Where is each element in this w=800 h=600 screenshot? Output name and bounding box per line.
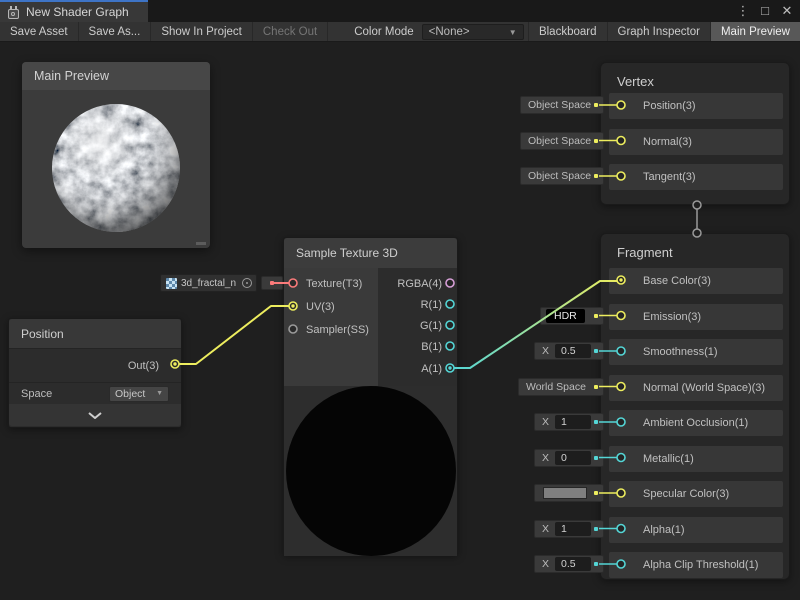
check-out-button: Check Out (253, 22, 328, 41)
slot-normal[interactable]: Normal(3) (609, 129, 783, 155)
badge-object-space-position[interactable]: Object Space (520, 96, 604, 114)
badge-smoothness-value[interactable]: X0.5 (534, 342, 604, 360)
fragment-node-title: Fragment (617, 245, 673, 260)
close-icon[interactable]: ✕ (778, 2, 796, 20)
space-dropdown[interactable]: Object ▼ (109, 386, 169, 402)
badge-world-space[interactable]: World Space (518, 378, 604, 396)
a-output-label: A(1) (421, 361, 442, 377)
slot-position[interactable]: Position(3) (609, 93, 783, 119)
window-menu-icon[interactable]: ⋮ (734, 2, 752, 20)
object-picker-icon[interactable] (242, 278, 252, 288)
slot-specular-color[interactable]: Specular Color(3) (609, 481, 783, 507)
slot-normal-world-space[interactable]: Normal (World Space)(3) (609, 375, 783, 401)
position-node-title: Position (9, 319, 181, 349)
rgba-output-label: RGBA(4) (397, 276, 442, 292)
main-preview-title: Main Preview (22, 62, 210, 90)
slot-tangent[interactable]: Tangent(3) (609, 164, 783, 190)
g-output-label: G(1) (420, 318, 442, 334)
color-mode-dropdown[interactable]: <None> ▼ (422, 24, 524, 40)
blackboard-toggle-button[interactable]: Blackboard (528, 22, 607, 41)
float-field[interactable]: 1 (555, 522, 591, 536)
badge-alpha-value[interactable]: X1 (534, 520, 604, 538)
maximize-icon[interactable]: □ (756, 2, 774, 20)
port-dot (594, 562, 598, 566)
node-fragment[interactable]: Fragment Base Color(3) Emission(3) Smoot… (600, 233, 790, 580)
slot-smoothness[interactable]: Smoothness(1) (609, 339, 783, 365)
main-preview-toggle-button[interactable]: Main Preview (710, 22, 800, 41)
color-swatch[interactable] (543, 487, 587, 499)
save-asset-button[interactable]: Save Asset (0, 22, 79, 41)
color-mode-label: Color Mode (328, 22, 421, 41)
save-as-button[interactable]: Save As... (79, 22, 152, 41)
float-field[interactable]: 0 (555, 451, 591, 465)
port-dot (594, 491, 598, 495)
port-dot (594, 103, 598, 107)
toolbar: Save Asset Save As... Show In Project Ch… (0, 22, 800, 42)
node-vertex[interactable]: Vertex Position(3) Normal(3) Tangent(3) (600, 62, 790, 205)
uv-input-label: UV(3) (306, 299, 335, 315)
slot-ambient-occlusion[interactable]: Ambient Occlusion(1) (609, 410, 783, 436)
main-preview-render (22, 90, 210, 248)
sample-texture-node-title: Sample Texture 3D (284, 238, 457, 268)
vertex-node-title: Vertex (617, 74, 654, 89)
badge-emission-hdr[interactable]: HDR (540, 307, 604, 325)
float-field[interactable]: 1 (555, 415, 591, 429)
port-dot (594, 314, 598, 318)
chevron-down-icon: ▼ (156, 390, 163, 397)
space-label: Space (21, 388, 52, 400)
main-preview-panel[interactable]: Main Preview (22, 62, 210, 248)
node-position[interactable]: Position Out(3) Space Object ▼ (8, 318, 182, 428)
chevron-down-icon: ▼ (509, 28, 517, 37)
badge-object-space-normal[interactable]: Object Space (520, 132, 604, 150)
shader-graph-window: New Shader Graph ⋮ □ ✕ Save Asset Save A… (0, 0, 800, 600)
shader-graph-asset-icon (7, 6, 20, 19)
sampler-input-label: Sampler(SS) (306, 322, 369, 338)
position-out-label: Out(3) (128, 360, 159, 372)
tab-title: New Shader Graph (26, 5, 129, 19)
slot-alpha[interactable]: Alpha(1) (609, 517, 783, 543)
port-dot (594, 456, 598, 460)
texture-thumbnail-icon (166, 278, 177, 289)
badge-specular-color[interactable] (534, 484, 604, 502)
show-in-project-button[interactable]: Show In Project (151, 22, 253, 41)
graph-inspector-toggle-button[interactable]: Graph Inspector (607, 22, 710, 41)
badge-alpha-clip-threshold-value[interactable]: X0.5 (534, 555, 604, 573)
float-field[interactable]: 0.5 (555, 344, 591, 358)
preview-sphere-image (22, 90, 210, 248)
slot-alpha-clip-threshold[interactable]: Alpha Clip Threshold(1) (609, 552, 783, 578)
float-field[interactable]: 0.5 (555, 557, 591, 571)
texture-input-label: Texture(T3) (306, 276, 362, 292)
badge-ambient-occlusion-value[interactable]: X1 (534, 413, 604, 431)
resize-handle[interactable] (196, 242, 206, 245)
port-dot (594, 385, 598, 389)
node-preview-black-sphere (284, 386, 457, 556)
port-dot (594, 420, 598, 424)
r-output-label: R(1) (421, 297, 442, 313)
collapse-preview-button[interactable] (9, 404, 181, 426)
tab-new-shader-graph[interactable]: New Shader Graph (0, 0, 148, 22)
texture-object-field[interactable]: 3d_fractal_n (160, 274, 257, 292)
node-sample-texture-3d[interactable]: Sample Texture 3D Texture(T3) UV(3) Samp… (283, 237, 458, 555)
b-output-label: B(1) (421, 339, 442, 355)
slot-metallic[interactable]: Metallic(1) (609, 446, 783, 472)
port-dot (594, 527, 598, 531)
chevron-down-icon (88, 412, 102, 419)
port-dot (594, 174, 598, 178)
slot-base-color[interactable]: Base Color(3) (609, 268, 783, 294)
graph-canvas[interactable]: Main Preview (0, 42, 800, 600)
port-dot (594, 139, 598, 143)
badge-object-space-tangent[interactable]: Object Space (520, 167, 604, 185)
wire-position-out-to-uv[interactable] (177, 306, 291, 364)
slot-emission[interactable]: Emission(3) (609, 304, 783, 330)
texture-name: 3d_fractal_n (181, 278, 236, 289)
port-dot (594, 349, 598, 353)
title-bar: New Shader Graph ⋮ □ ✕ (0, 0, 800, 22)
texture-port-connector (261, 276, 283, 290)
badge-metallic-value[interactable]: X0 (534, 449, 604, 467)
